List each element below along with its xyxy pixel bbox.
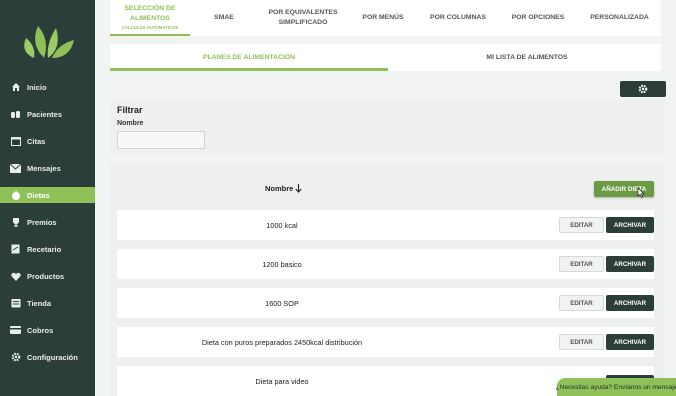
sidebar-item-label: Mensajes — [27, 163, 61, 173]
diet-row: 1000 kcal EDITAR ARCHIVAR — [117, 210, 654, 240]
apple-icon — [10, 190, 21, 200]
tab-por-menus[interactable]: POR MENÚS — [348, 0, 418, 36]
edit-button[interactable]: EDITAR — [559, 217, 604, 233]
edit-button[interactable]: EDITAR — [559, 334, 604, 350]
sidebar-item-tienda[interactable]: Tienda — [0, 295, 101, 311]
tab-planes-alimentacion[interactable]: PLANES DE ALIMENTACIÓN — [110, 44, 388, 71]
sidebar-item-label: Dietas — [27, 190, 50, 200]
edit-button[interactable]: EDITAR — [559, 256, 604, 272]
help-chat-button[interactable]: ¿Necesitas ayuda? Envíanos un mensaje — [556, 378, 676, 396]
tab-personalizada[interactable]: PERSONALIZADA — [578, 0, 661, 36]
diet-name: 1600 SOP — [265, 298, 299, 308]
sidebar-item-dietas[interactable]: Dietas — [0, 187, 101, 203]
sidebar-item-label: Inicio — [27, 82, 47, 92]
sidebar-item-configuracion[interactable]: Configuración — [0, 349, 101, 365]
tab-label: PLANES DE ALIMENTACIÓN — [202, 54, 296, 61]
tab-label-line2: ALIMENTOS — [130, 14, 170, 22]
archive-button[interactable]: ARCHIVAR — [606, 217, 654, 233]
tab-smae[interactable]: SMAE — [190, 0, 258, 36]
sidebar-item-label: Recetario — [27, 244, 62, 254]
add-diet-button[interactable]: AÑADIR DIETA — [594, 181, 654, 197]
column-header-label: Nombre — [265, 184, 294, 193]
name-column-header[interactable]: Nombre — [265, 184, 302, 193]
sidebar-item-productos[interactable]: Productos — [0, 268, 101, 284]
home-icon — [10, 82, 21, 92]
store-icon — [10, 298, 21, 308]
sidebar-item-label: Tienda — [27, 298, 52, 308]
main-content: SELECCIÓN DE ALIMENTOS CALCULOS AUTOMATI… — [95, 0, 676, 396]
sidebar-item-label: Configuración — [27, 352, 78, 362]
diet-list-panel: Nombre AÑADIR DIETA 1000 kcal EDITAR ARC… — [110, 162, 665, 396]
name-filter-input[interactable] — [117, 131, 205, 149]
credit-card-icon — [10, 325, 21, 335]
tab-label: SMAE — [214, 13, 234, 21]
archive-button[interactable]: ARCHIVAR — [606, 295, 654, 311]
sidebar-item-recetario[interactable]: Recetario — [0, 241, 101, 257]
edit-button[interactable]: EDITAR — [559, 295, 604, 311]
name-filter-label: Nombre — [117, 120, 144, 127]
tab-label: PERSONALIZADA — [590, 13, 649, 21]
diet-row: 1200 basico EDITAR ARCHIVAR — [117, 249, 654, 279]
tab-label: POR MENÚS — [362, 13, 404, 21]
sidebar-item-mensajes[interactable]: Mensajes — [0, 160, 101, 176]
tab-sublabel: CALCULOS AUTOMATICOS — [121, 25, 179, 31]
sidebar-item-label: Premios — [27, 217, 57, 227]
sidebar-item-label: Pacientes — [27, 109, 63, 119]
archive-button[interactable]: ARCHIVAR — [606, 256, 654, 272]
recipe-book-icon — [10, 244, 21, 254]
tab-mi-lista-alimentos[interactable]: MI LISTA DE ALIMENTOS — [388, 44, 666, 71]
tab-por-equivalentes[interactable]: POR EQUIVALENTES SIMPLIFICADO — [258, 0, 348, 36]
diet-name: 1200 basico — [262, 259, 302, 269]
tab-seleccion-alimentos[interactable]: SELECCIÓN DE ALIMENTOS CALCULOS AUTOMATI… — [110, 0, 190, 36]
mouse-pointer-icon — [637, 188, 645, 198]
settings-button[interactable] — [620, 81, 666, 97]
app-logo — [24, 26, 74, 58]
gear-icon — [638, 84, 648, 94]
sidebar-item-premios[interactable]: Premios — [0, 214, 101, 230]
section-tabs: PLANES DE ALIMENTACIÓN MI LISTA DE ALIME… — [110, 44, 661, 71]
sidebar-item-citas[interactable]: Citas — [0, 133, 101, 149]
diet-row: 1600 SOP EDITAR ARCHIVAR — [117, 288, 654, 318]
sidebar-item-inicio[interactable]: Inicio — [0, 79, 101, 95]
sidebar-item-pacientes[interactable]: Pacientes — [0, 106, 101, 122]
sidebar: Inicio Pacientes Citas Mensajes Dietas P… — [0, 0, 101, 396]
calendar-icon — [10, 136, 21, 146]
trophy-icon — [10, 217, 21, 227]
users-icon — [10, 109, 21, 119]
tab-label: POR OPCIONES — [511, 13, 565, 21]
tab-label-line2: SIMPLIFICADO — [278, 19, 328, 26]
heart-icon — [10, 271, 21, 281]
tab-por-opciones[interactable]: POR OPCIONES — [498, 0, 578, 36]
archive-button[interactable]: ARCHIVAR — [606, 334, 654, 350]
diet-name: 1000 kcal — [266, 220, 298, 230]
mail-icon — [10, 163, 21, 173]
sort-arrow-down-icon — [295, 184, 302, 193]
tab-label-line1: POR EQUIVALENTES — [268, 8, 338, 16]
diet-type-tabs: SELECCIÓN DE ALIMENTOS CALCULOS AUTOMATI… — [110, 0, 661, 36]
filter-title: Filtrar — [117, 105, 143, 115]
diet-name: Dieta para video — [255, 376, 309, 386]
tab-label-line1: SELECCIÓN DE — [124, 4, 176, 12]
tab-por-columnas[interactable]: POR COLUMNAS — [418, 0, 498, 36]
sidebar-item-label: Productos — [27, 271, 65, 281]
filter-panel: Filtrar Nombre — [110, 100, 665, 155]
sidebar-item-cobros[interactable]: Cobros — [0, 322, 101, 338]
diet-row: Dieta con puros preparados 2450kcal dist… — [117, 327, 654, 357]
tab-label: POR COLUMNAS — [430, 13, 486, 21]
diet-name: Dieta con puros preparados 2450kcal dist… — [201, 337, 363, 347]
sidebar-item-label: Cobros — [27, 325, 54, 335]
gear-icon — [10, 352, 21, 362]
sidebar-item-label: Citas — [27, 136, 46, 146]
tab-label: MI LISTA DE ALIMENTOS — [486, 54, 568, 61]
